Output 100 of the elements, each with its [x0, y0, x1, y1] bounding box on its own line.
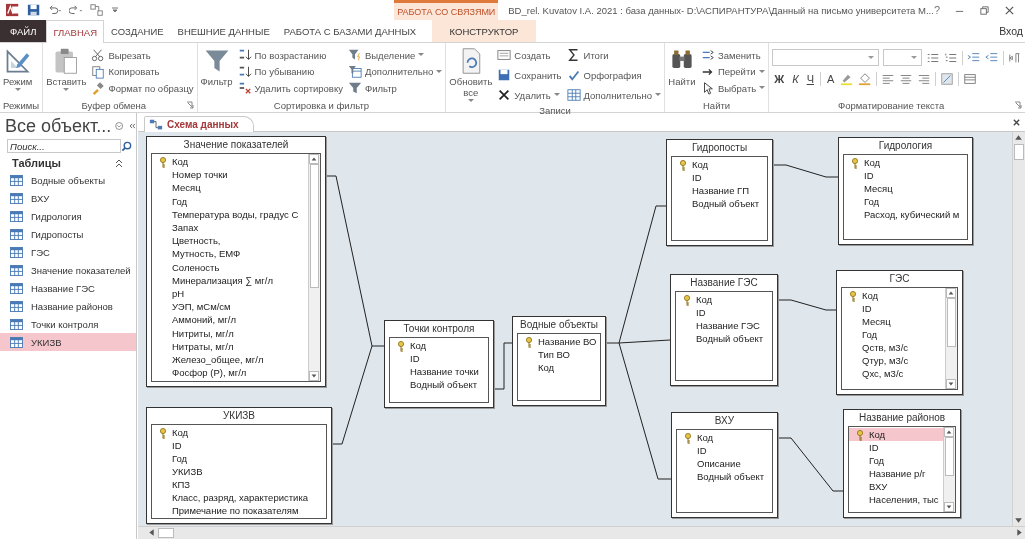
scrollbar[interactable]: [308, 154, 320, 381]
field-item[interactable]: Водный объект: [676, 332, 772, 345]
field-item[interactable]: Название ГЭС: [676, 319, 772, 332]
field-item[interactable]: Код: [842, 289, 945, 302]
field-item[interactable]: pH: [152, 286, 308, 301]
scroll-down-icon[interactable]: [309, 371, 319, 381]
table-box[interactable]: Гидрология Код ID Месяц Год Расход, кубический м: [838, 137, 973, 245]
close-icon[interactable]: [1004, 4, 1015, 16]
field-item[interactable]: Код: [677, 431, 772, 444]
dropdown-circle-icon[interactable]: [115, 121, 124, 131]
field-item[interactable]: Нитраты, мг/л: [152, 339, 308, 353]
background-fill-icon[interactable]: [940, 72, 955, 86]
help-button[interactable]: ?: [933, 4, 940, 16]
field-item[interactable]: Год: [152, 452, 326, 465]
table-box[interactable]: ГЭС Код ID Месяц Год Qств, м3/с Qтур, м3/с Qхс, м3/с: [836, 270, 963, 395]
align-center-icon[interactable]: [899, 72, 914, 86]
close-icon[interactable]: [1012, 118, 1021, 127]
ribbon-button[interactable]: Сохранить: [497, 67, 562, 83]
ribbon-button[interactable]: Обновить все: [449, 47, 493, 103]
ribbon-button[interactable]: Выбрать: [700, 80, 766, 96]
ribbon-button[interactable]: Фильтр: [347, 80, 443, 96]
field-item[interactable]: Запах: [152, 220, 308, 235]
gridlines-icon[interactable]: [963, 72, 978, 86]
ribbon-button[interactable]: Орфография: [566, 67, 661, 83]
table-item[interactable]: Гидрология: [0, 207, 136, 225]
ribbon-button[interactable]: Вставить: [46, 47, 87, 92]
table-item[interactable]: Водные объекты: [0, 171, 136, 189]
scrollbar[interactable]: [1012, 132, 1025, 526]
font-size-field[interactable]: [882, 49, 923, 66]
field-item[interactable]: Код: [518, 361, 600, 374]
field-item[interactable]: Код: [849, 428, 943, 441]
table-box[interactable]: Гидропосты Код ID Название ГП Водный объект: [666, 139, 773, 246]
ribbon-button[interactable]: Заменить: [700, 47, 766, 63]
ribbon-button[interactable]: Итоги: [566, 47, 661, 63]
scrollbar[interactable]: [138, 526, 1025, 539]
field-item[interactable]: ID: [152, 439, 326, 452]
table-item[interactable]: Гидропосты: [0, 225, 136, 243]
field-item[interactable]: Код: [844, 156, 967, 169]
field-item[interactable]: Название р/г: [849, 467, 943, 480]
field-item[interactable]: Водный объект: [677, 470, 772, 483]
field-item[interactable]: ID: [672, 171, 767, 184]
field-item[interactable]: Месяц: [842, 315, 945, 328]
scrollbar-thumb[interactable]: [945, 437, 954, 476]
field-item[interactable]: Тип ВО: [518, 348, 600, 361]
field-item[interactable]: ID: [842, 302, 945, 315]
field-item[interactable]: Код: [152, 426, 326, 439]
field-item[interactable]: Описание: [677, 457, 772, 470]
table-item[interactable]: Значение показателей: [0, 261, 136, 279]
field-item[interactable]: Цветность,: [152, 234, 308, 248]
save-icon[interactable]: [27, 3, 41, 17]
field-item[interactable]: Год: [842, 328, 945, 341]
field-item[interactable]: Мутность, ЕМФ: [152, 247, 308, 261]
table-item[interactable]: УКИЗВ: [0, 333, 136, 351]
field-item[interactable]: Год: [152, 194, 308, 208]
field-item[interactable]: Класс, разряд, характеристика: [152, 491, 326, 504]
section-header[interactable]: Таблицы: [12, 157, 61, 169]
field-item[interactable]: Qтур, м3/с: [842, 354, 945, 367]
ribbon-button[interactable]: Удалить: [497, 87, 562, 103]
collapse-pane-icon[interactable]: [127, 121, 136, 131]
font-name-field[interactable]: [772, 49, 879, 66]
field-item[interactable]: ID: [844, 169, 967, 182]
search-icon[interactable]: [121, 140, 132, 152]
paint-bucket-icon[interactable]: [858, 72, 873, 86]
scroll-up-icon[interactable]: [309, 154, 319, 164]
field-item[interactable]: Код: [390, 339, 488, 352]
ribbon-button[interactable]: Фильтр: [200, 47, 233, 87]
field-item[interactable]: Водный объект: [390, 378, 488, 391]
ribbon-tab[interactable]: РАБОТА С БАЗАМИ ДАННЫХ: [276, 20, 424, 42]
caret-icon[interactable]: [867, 55, 874, 60]
field-item[interactable]: ID: [676, 306, 772, 319]
scroll-up-icon[interactable]: [1013, 132, 1024, 143]
field-item[interactable]: УЭП, мСм/см: [152, 300, 308, 314]
text-style-button[interactable]: К: [790, 73, 801, 85]
field-item[interactable]: ID: [677, 444, 772, 457]
ribbon-button[interactable]: По возрастанию: [237, 47, 343, 63]
field-item[interactable]: Месяц: [152, 181, 308, 195]
scroll-up-icon[interactable]: [946, 288, 956, 298]
restore-icon[interactable]: [979, 4, 990, 16]
field-item[interactable]: Код: [672, 158, 767, 171]
field-item[interactable]: Железо_общее, мг/л: [152, 352, 308, 366]
scroll-down-icon[interactable]: [946, 379, 956, 389]
table-item[interactable]: Название ГЭС: [0, 279, 136, 297]
field-item[interactable]: ВХУ: [849, 480, 943, 493]
ribbon-button[interactable]: Режим: [3, 47, 33, 92]
field-item[interactable]: Водный объект: [672, 197, 767, 210]
scrollbar-thumb[interactable]: [1014, 144, 1024, 160]
field-item[interactable]: Код: [676, 293, 772, 306]
double-chevron-up-icon[interactable]: [114, 158, 124, 168]
ribbon-button[interactable]: Найти: [667, 47, 696, 87]
customize-caret-icon[interactable]: [111, 6, 119, 14]
font-color-button[interactable]: А: [824, 73, 837, 85]
field-item[interactable]: Название ГП: [672, 184, 767, 197]
field-item[interactable]: Номер точки: [152, 168, 308, 182]
scroll-down-icon[interactable]: [944, 502, 954, 512]
scroll-up-icon[interactable]: [944, 427, 954, 437]
search-field[interactable]: Поиск...: [7, 139, 121, 153]
table-item[interactable]: ГЭС: [0, 243, 136, 261]
field-item[interactable]: Qств, м3/с: [842, 341, 945, 354]
table-box[interactable]: УКИЗВ Код ID Год УКИЗВ КПЗ Класс, разряд, характеристика Примечание по показателям: [146, 407, 332, 524]
ribbon-button[interactable]: Дополнительно: [347, 63, 443, 80]
